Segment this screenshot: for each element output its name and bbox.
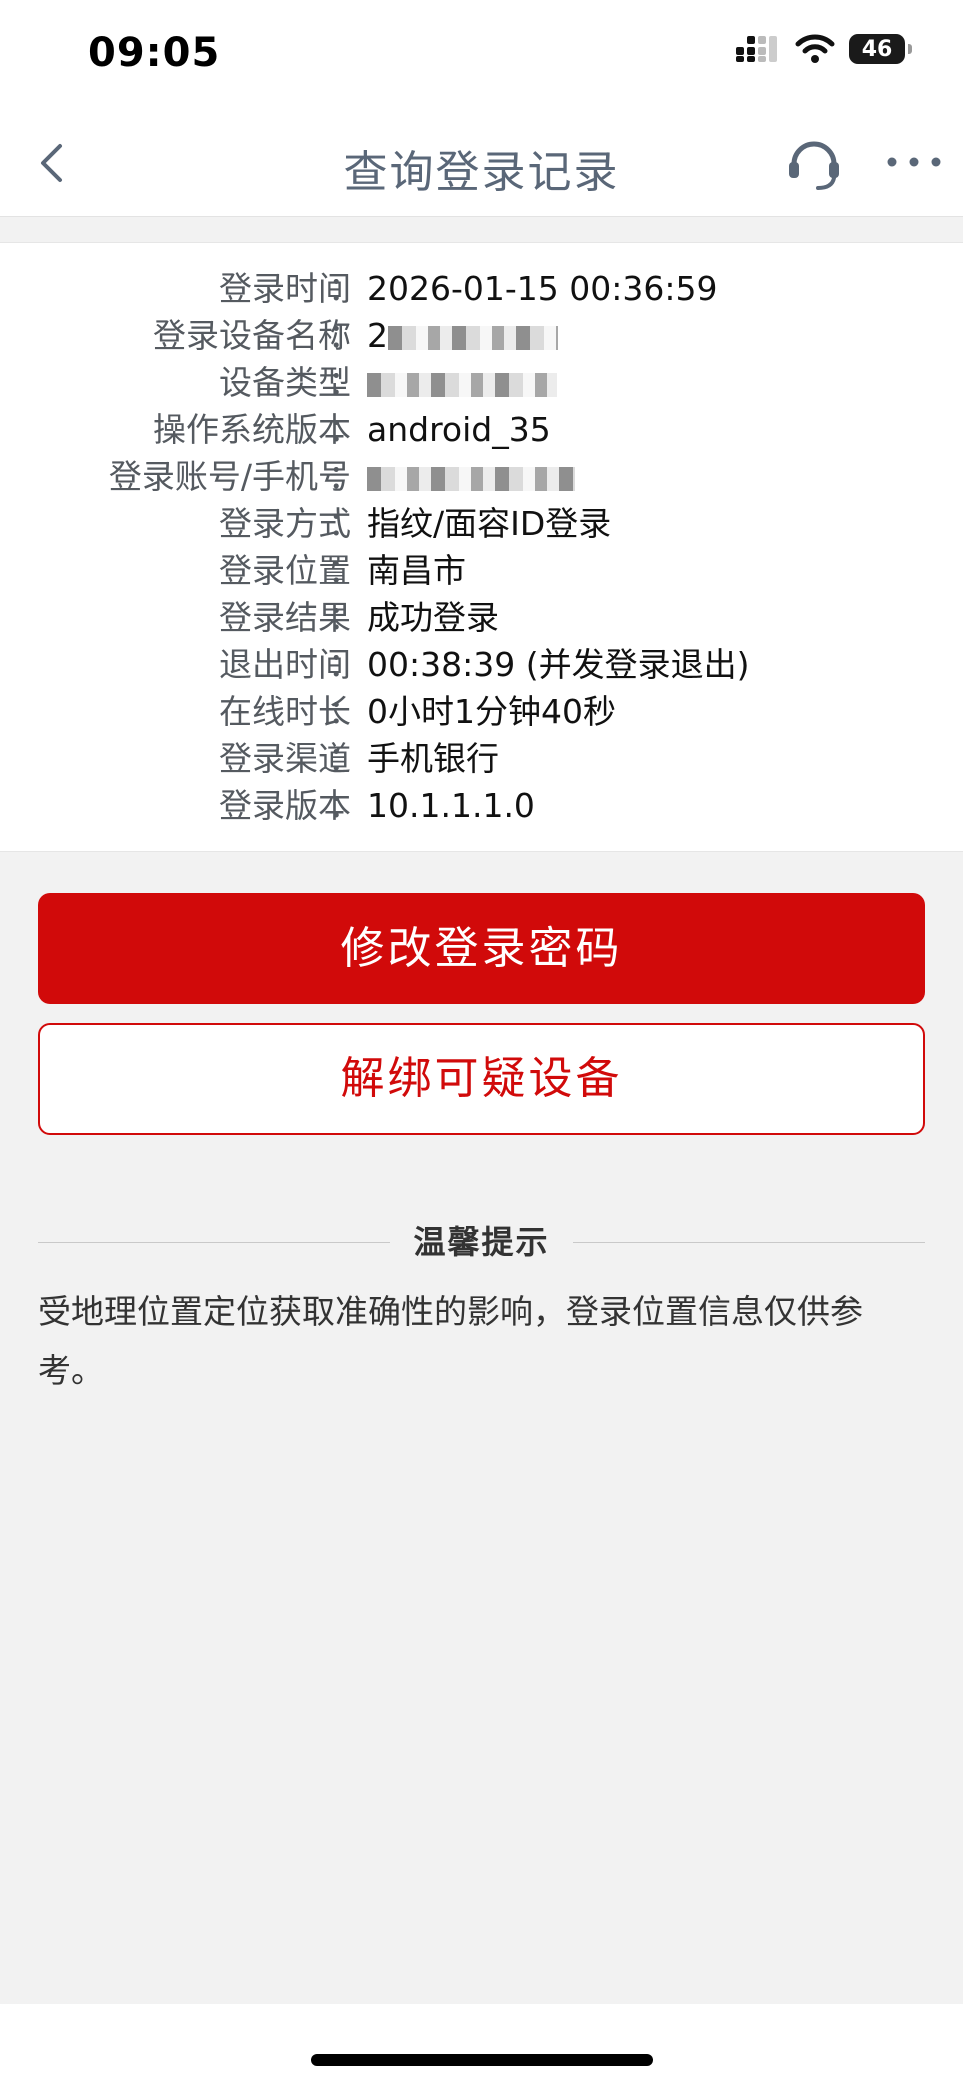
record-value: 南昌市: [367, 551, 466, 590]
record-colon: ：: [328, 551, 361, 590]
wifi-icon: [795, 34, 835, 63]
status-time: 09:05: [88, 30, 221, 76]
tips-text: 受地理位置定位获取准确性的影响，登录位置信息仅供参考。: [38, 1292, 863, 1390]
divider-line: [573, 1242, 925, 1243]
record-row-account: 登录账号/手机号 ：: [0, 453, 963, 500]
record-colon: ：: [328, 363, 361, 402]
record-row-logout-time: 退出时间 ： 00:38:39 (并发登录退出): [0, 641, 963, 688]
tips-title: 温馨提示: [413, 1223, 550, 1261]
record-row-login-location: 登录位置 ： 南昌市: [0, 547, 963, 594]
record-value: 00:38:39 (并发登录退出): [367, 645, 750, 684]
status-bar: 09:05 46: [0, 0, 963, 110]
record-row-login-version: 登录版本 ： 10.1.1.1.0: [0, 782, 963, 829]
record-colon: ：: [328, 269, 361, 308]
record-colon: ：: [328, 316, 361, 355]
record-label: 操作系统版本: [153, 410, 351, 449]
record-colon: ：: [328, 739, 361, 778]
record-value: 指纹/面容ID登录: [367, 504, 612, 543]
record-value-redacted: 2: [367, 312, 558, 359]
login-record-card: 登录时间 ： 2026-01-15 00:36:59 登录设备名称 ： 2 设备…: [0, 242, 963, 852]
record-value: 2026-01-15 00:36:59: [367, 269, 718, 308]
record-row-login-method: 登录方式 ： 指纹/面容ID登录: [0, 500, 963, 547]
record-row-login-time: 登录时间 ： 2026-01-15 00:36:59: [0, 265, 963, 312]
record-colon: ：: [328, 692, 361, 731]
change-password-button[interactable]: 修改登录密码: [38, 893, 925, 1004]
unbind-device-button[interactable]: 解绑可疑设备: [38, 1023, 925, 1135]
record-value: 10.1.1.1.0: [367, 786, 535, 825]
record-row-os-version: 操作系统版本 ： android_35: [0, 406, 963, 453]
home-indicator-area: [0, 2004, 963, 2084]
divider-line: [38, 1242, 390, 1243]
record-value: 手机银行: [367, 739, 499, 778]
cellular-signal-icon: [736, 36, 777, 62]
record-value-redacted: [367, 453, 575, 500]
record-row-login-result: 登录结果 ： 成功登录: [0, 594, 963, 641]
more-horizontal-icon[interactable]: [884, 150, 944, 174]
tips-divider: 温馨提示: [38, 1222, 925, 1262]
record-row-device-name: 登录设备名称 ： 2: [0, 312, 963, 359]
battery-icon: 46: [849, 34, 912, 64]
record-value-redacted: [367, 359, 557, 406]
record-value: 0小时1分钟40秒: [367, 692, 616, 731]
record-row-online-duration: 在线时长 ： 0小时1分钟40秒: [0, 688, 963, 735]
record-row-login-channel: 登录渠道 ： 手机银行: [0, 735, 963, 782]
record-colon: ：: [328, 786, 361, 825]
record-label: 登录账号/手机号: [108, 457, 351, 496]
record-value: android_35: [367, 410, 551, 449]
headset-icon[interactable]: [784, 132, 844, 192]
home-indicator[interactable]: [311, 2054, 653, 2066]
record-colon: ：: [328, 598, 361, 637]
nav-bar: 查询登录记录: [0, 110, 963, 217]
status-icons: 46: [735, 34, 912, 64]
record-row-device-type: 设备类型 ：: [0, 359, 963, 406]
record-colon: ：: [328, 410, 361, 449]
record-value: 成功登录: [367, 598, 499, 637]
record-label: 登录设备名称: [153, 316, 351, 355]
record-colon: ：: [328, 645, 361, 684]
record-colon: ：: [328, 504, 361, 543]
record-colon: ：: [328, 457, 361, 496]
